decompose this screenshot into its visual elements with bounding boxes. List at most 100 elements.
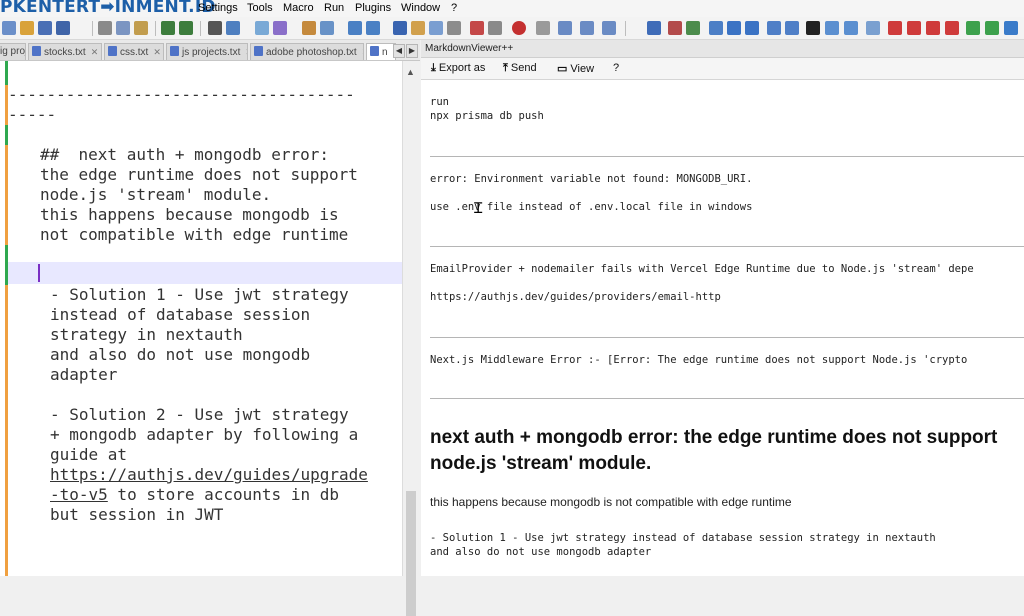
tab-scroll-left-icon[interactable]: ◀ (393, 44, 405, 58)
help-button[interactable]: ? (613, 62, 619, 74)
monitor-icon[interactable] (447, 21, 461, 35)
toolbar-separator (625, 21, 626, 36)
move-down-icon[interactable] (745, 21, 759, 35)
menu-run[interactable]: Run (324, 2, 344, 14)
undo-icon[interactable] (161, 21, 175, 35)
folder-workspace-icon[interactable] (429, 21, 443, 35)
code-line: + mongodb adapter by following a (50, 425, 359, 444)
sync-scroll-icon[interactable] (302, 21, 316, 35)
compare-icon[interactable] (767, 21, 781, 35)
play-macro-icon[interactable] (558, 21, 572, 35)
guide-link[interactable]: https://authjs.dev/guides/upgrade (50, 465, 368, 484)
scrollbar-thumb[interactable] (406, 491, 416, 616)
info-icon[interactable] (1004, 21, 1018, 35)
run-icon[interactable] (966, 21, 980, 35)
stop-icon[interactable] (536, 21, 550, 35)
replace-icon[interactable] (226, 21, 240, 35)
paste-icon[interactable] (134, 21, 148, 35)
code-line: ----- (8, 105, 57, 124)
record-icon[interactable] (512, 21, 526, 35)
code-line: - Solution 2 - Use jwt strategy (50, 405, 349, 424)
scroll-up-icon[interactable]: ▲ (406, 67, 415, 77)
code-line: -to-v5 to store accounts in db (50, 485, 339, 505)
preview-text: - Solution 1 - Use jwt strategy instead … (430, 532, 936, 544)
tab-ig-projects[interactable]: ig projects.txt✕ (0, 43, 26, 60)
stop-macro-icon[interactable] (488, 21, 502, 35)
cut-icon[interactable] (98, 21, 112, 35)
tab-scroll-right-icon[interactable]: ▶ (406, 44, 418, 58)
export-as-button[interactable]: ⤓ Export as (431, 62, 485, 75)
upload-icon: ⤒ (503, 62, 508, 74)
copy-icon[interactable] (116, 21, 130, 35)
markdown-icon[interactable] (647, 21, 661, 35)
tab-adobe-photoshop[interactable]: adobe photoshop.txt ✕ (250, 43, 364, 60)
editor-pane[interactable]: ------------------------------------ ---… (0, 61, 402, 576)
code-line: - Solution 1 - Use jwt strategy (50, 285, 349, 304)
guide-link[interactable]: -to-v5 (50, 485, 108, 504)
open-icon[interactable] (20, 21, 34, 35)
preview-text: EmailProvider + nodemailer fails with Ve… (430, 263, 974, 275)
menu-macro[interactable]: Macro (283, 2, 314, 14)
save-icon[interactable] (38, 21, 52, 35)
send-button[interactable]: ⤒ Send (503, 62, 537, 75)
markdown-preview[interactable]: run npx prisma db push error: Environmen… (421, 80, 1024, 576)
play-multiple-icon[interactable] (580, 21, 594, 35)
code-line: strategy in nextauth (50, 325, 243, 344)
menu-help[interactable]: ? (451, 2, 457, 14)
preview-link[interactable]: https://authjs.dev/guides/providers/emai… (430, 290, 721, 304)
close-icon[interactable]: ✕ (91, 47, 99, 58)
show-all-icon[interactable] (348, 21, 362, 35)
previous-icon[interactable] (907, 21, 921, 35)
table-icon[interactable] (686, 21, 700, 35)
file-icon (254, 46, 263, 56)
terminal-icon[interactable] (806, 21, 820, 35)
viewer-toolbar: ⤓ Export as ⤒ Send ▭ View ? (421, 58, 1024, 80)
code-icon[interactable] (844, 21, 858, 35)
menu-plugins[interactable]: Plugins (355, 2, 391, 14)
function-list-icon[interactable] (411, 21, 425, 35)
code-line: this happens because mongodb is (40, 205, 339, 224)
text-cursor-icon: Ɪ (474, 200, 483, 217)
menu-window[interactable]: Window (401, 2, 440, 14)
move-up-icon[interactable] (727, 21, 741, 35)
new-file-icon[interactable] (2, 21, 16, 35)
close-icon[interactable]: ✕ (245, 47, 247, 58)
code-line: adapter (50, 365, 118, 384)
tab-active[interactable]: n (366, 43, 396, 60)
tab-bar: ig projects.txt✕ stocks.txt✕ css.txt✕ js… (0, 40, 420, 61)
find-icon[interactable] (208, 21, 222, 35)
grid-icon[interactable] (785, 21, 799, 35)
last-icon[interactable] (945, 21, 959, 35)
zoom-in-icon[interactable] (255, 21, 269, 35)
change-marker (5, 125, 8, 145)
menu-bar: PKENTERT➡INMENT.ID Settings Tools Macro … (0, 0, 1024, 17)
first-icon[interactable] (888, 21, 902, 35)
tab-js-projects[interactable]: js projects.txt ✕ (166, 43, 248, 60)
zoom-out-icon[interactable] (273, 21, 287, 35)
menu-settings[interactable]: Settings (198, 2, 238, 14)
save-all-icon[interactable] (56, 21, 70, 35)
change-marker (5, 405, 8, 576)
next-icon[interactable] (926, 21, 940, 35)
debug-icon[interactable] (985, 21, 999, 35)
indent-guide-icon[interactable] (366, 21, 380, 35)
redo-icon[interactable] (179, 21, 193, 35)
change-marker (5, 145, 8, 245)
editor-scrollbar[interactable]: ▲ (402, 61, 418, 616)
doc-map-icon[interactable] (393, 21, 407, 35)
bookmark-icon[interactable] (709, 21, 723, 35)
html-icon[interactable] (668, 21, 682, 35)
wrap-icon[interactable] (320, 21, 334, 35)
save-macro-icon[interactable] (602, 21, 616, 35)
close-icon[interactable]: ✕ (362, 47, 363, 58)
menu-tools[interactable]: Tools (247, 2, 273, 14)
viewer-panel-title: MarkdownViewer++ (421, 40, 1024, 58)
code-line: instead of database session (50, 305, 311, 324)
tab-stocks[interactable]: stocks.txt ✕ (28, 43, 102, 60)
spellcheck-icon[interactable] (866, 21, 880, 35)
record-macro-icon[interactable] (470, 21, 484, 35)
view-button[interactable]: ▭ View (557, 62, 594, 75)
tab-css[interactable]: css.txt ✕ (104, 43, 164, 60)
close-icon[interactable]: ✕ (153, 47, 161, 58)
link-icon[interactable] (825, 21, 839, 35)
